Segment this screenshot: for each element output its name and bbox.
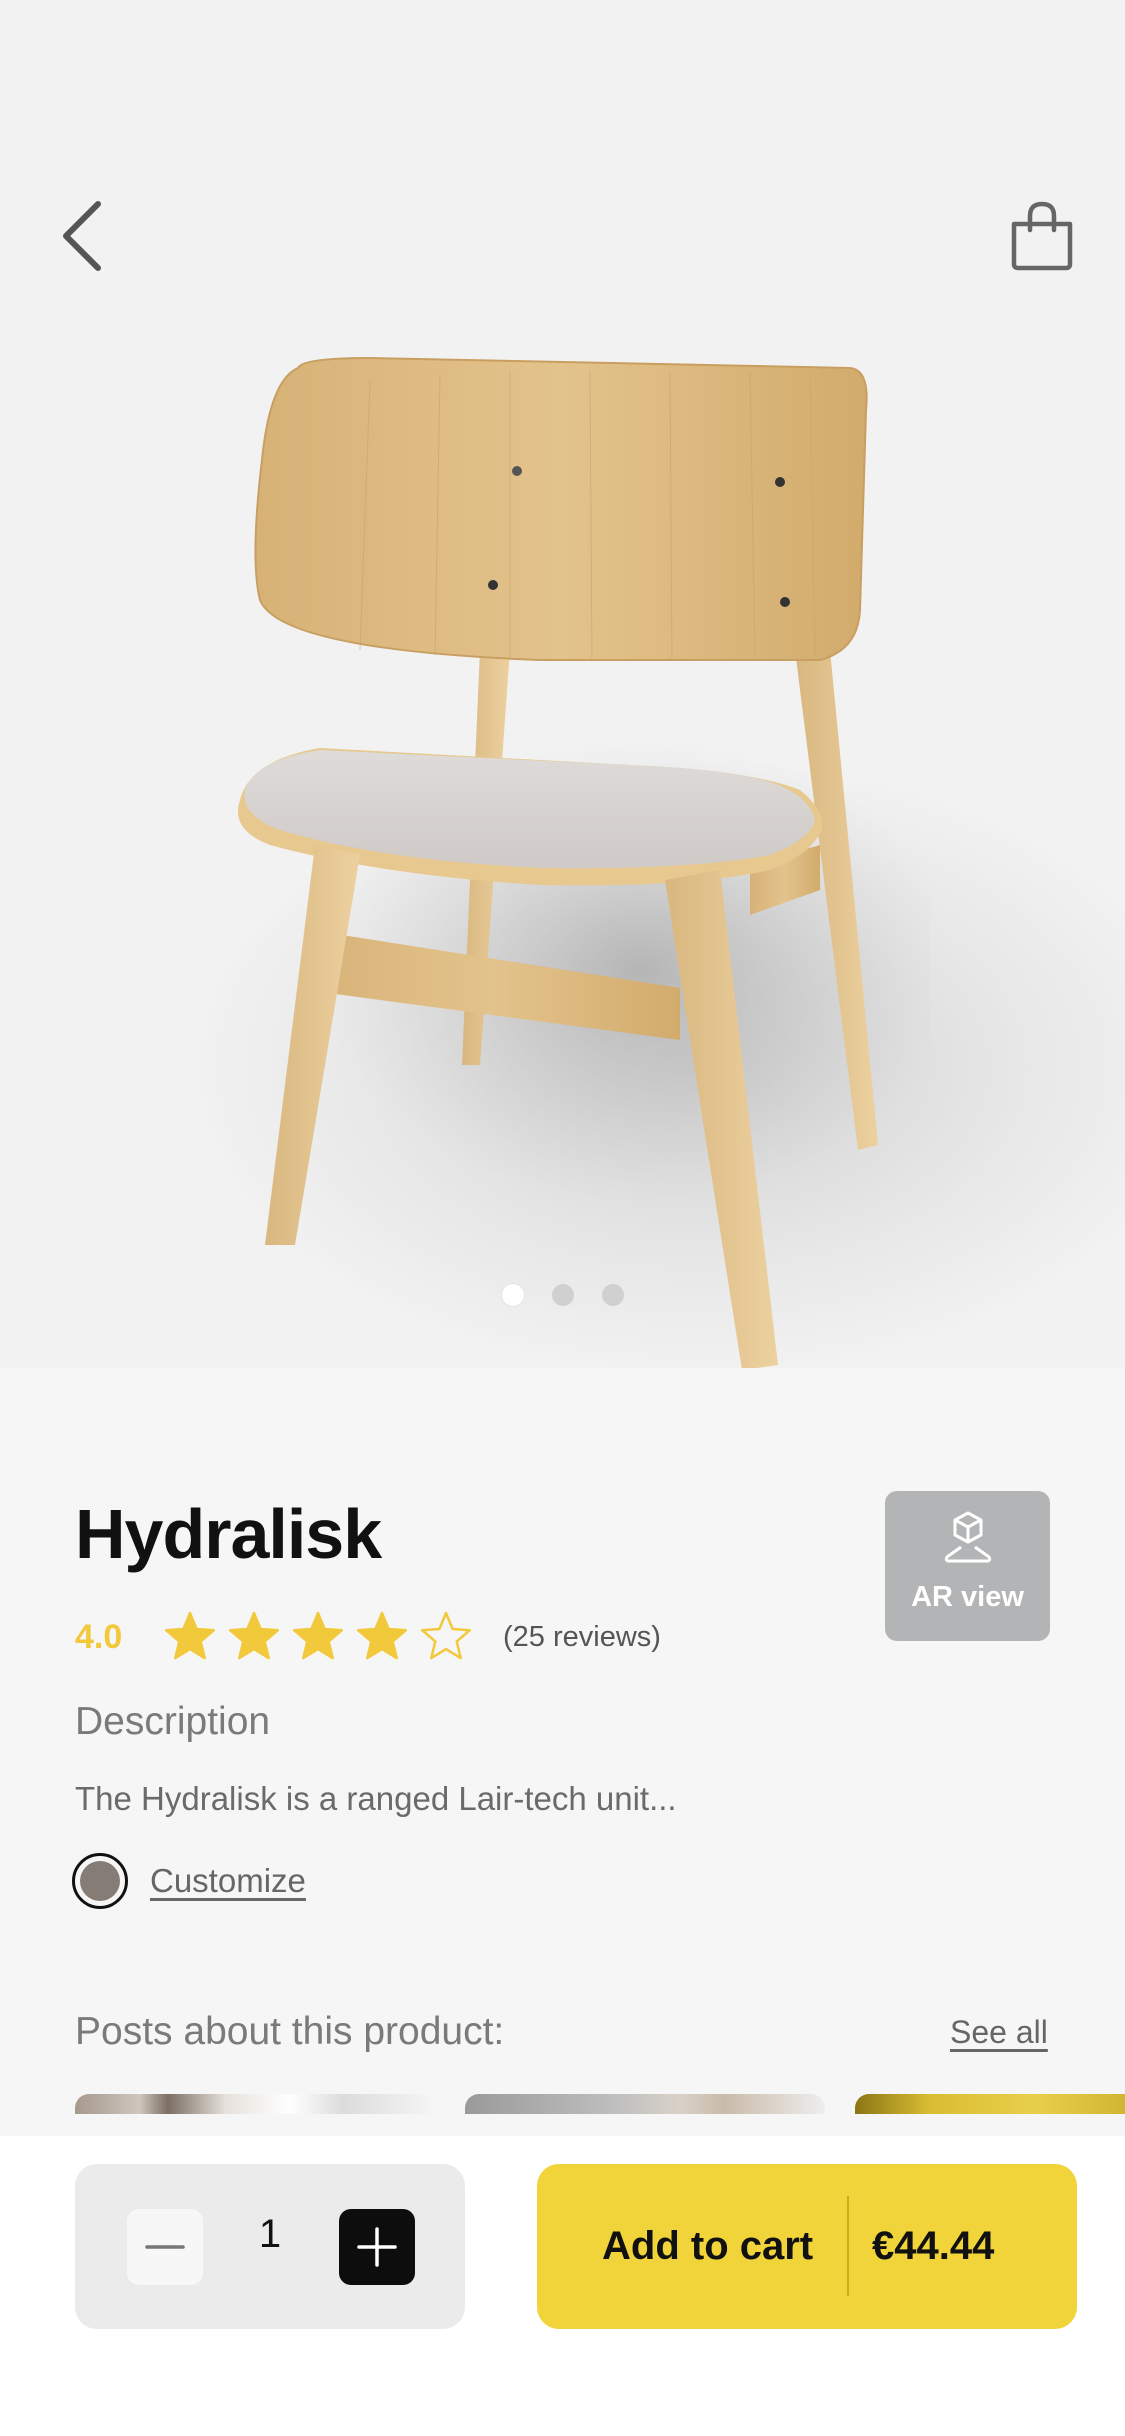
bottom-action-bar: 1 Add to cart €44.44 [0,2136,1125,2436]
quantity-stepper: 1 [75,2164,465,2329]
add-to-cart-button[interactable]: Add to cart €44.44 [537,2164,1077,2329]
posts-carousel[interactable] [0,2094,1125,2114]
color-swatch-fill [80,1861,120,1901]
product-gallery[interactable] [0,0,1125,1368]
star-filled-icon [165,1611,215,1660]
rating-row: 4.0 (25 reviews) [75,1610,661,1664]
customize-label[interactable]: Customize [150,1862,306,1900]
quantity-value: 1 [258,2212,282,2256]
ar-view-button[interactable]: AR view [885,1491,1050,1641]
decrease-quantity-button[interactable] [127,2209,203,2285]
price-label: €44.44 [872,2224,995,2268]
product-title: Hydralisk [75,1495,382,1573]
cart-button[interactable] [1006,200,1078,272]
gallery-dot[interactable] [501,1284,524,1306]
shopping-bag-icon [1011,201,1073,271]
plus-icon [357,2227,397,2267]
gallery-dot[interactable] [551,1284,574,1306]
color-swatch[interactable] [72,1853,128,1909]
button-divider [847,2196,849,2296]
back-button[interactable] [56,196,112,276]
ar-view-label: AR view [911,1581,1024,1613]
increase-quantity-button[interactable] [339,2209,415,2285]
post-thumbnail[interactable] [465,2094,825,2114]
star-filled-icon [229,1611,279,1660]
rating-value: 4.0 [75,1617,123,1656]
minus-icon [145,2245,185,2249]
gallery-dot[interactable] [601,1284,624,1306]
posts-heading: Posts about this product: [75,2010,505,2053]
star-outline-icon [421,1611,471,1660]
post-thumbnail[interactable] [855,2094,1125,2114]
star-filled-icon [357,1611,407,1660]
add-to-cart-label: Add to cart [602,2224,814,2268]
description-heading: Description [75,1700,271,1743]
description-text[interactable]: The Hydralisk is a ranged Lair-tech unit… [75,1780,677,1818]
star-filled-icon [293,1611,343,1660]
ar-cube-icon [944,1511,991,1563]
post-thumbnail[interactable] [75,2094,433,2114]
chevron-left-icon [63,201,101,271]
see-all-link[interactable]: See all [950,2014,1048,2051]
customize-link[interactable]: Customize [72,1853,306,1909]
reviews-count[interactable]: (25 reviews) [503,1621,661,1654]
rating-stars [163,1610,473,1664]
product-image [238,356,930,1368]
gallery-pagination [0,1284,1125,1306]
